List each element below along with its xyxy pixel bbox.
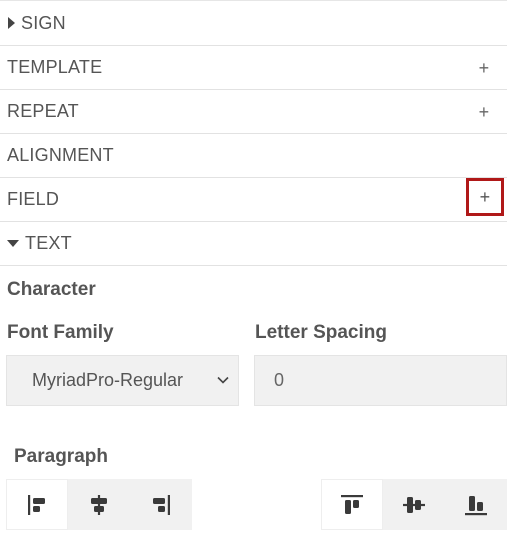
- section-template[interactable]: TEMPLATE +: [0, 46, 507, 90]
- align-right-button[interactable]: [130, 479, 192, 530]
- align-center-icon: [91, 494, 107, 515]
- section-alignment-label: ALIGNMENT: [7, 145, 114, 165]
- section-field-label: FIELD: [7, 189, 60, 209]
- letter-spacing-input[interactable]: 0: [254, 355, 507, 406]
- section-text-label: TEXT: [25, 233, 72, 253]
- letter-spacing-value: 0: [274, 370, 285, 390]
- paragraph-heading: Paragraph: [14, 446, 108, 467]
- section-alignment[interactable]: ALIGNMENT: [0, 134, 507, 178]
- section-field[interactable]: FIELD +: [0, 178, 507, 222]
- vertical-align-group: [321, 479, 507, 530]
- align-top-button[interactable]: [321, 479, 383, 530]
- align-bottom-icon: [465, 495, 487, 515]
- align-right-icon: [153, 494, 170, 515]
- align-middle-button[interactable]: [383, 479, 445, 530]
- character-heading: Character: [7, 279, 96, 300]
- font-family-label: Font Family: [7, 322, 114, 343]
- align-top-icon: [341, 494, 363, 514]
- section-template-label: TEMPLATE: [7, 57, 103, 77]
- section-sign[interactable]: SIGN: [0, 1, 507, 46]
- add-repeat-icon[interactable]: +: [477, 103, 491, 121]
- plus-icon: +: [479, 186, 491, 207]
- align-middle-icon: [403, 496, 425, 513]
- section-repeat-label: REPEAT: [7, 101, 79, 121]
- add-field-button[interactable]: +: [466, 178, 504, 216]
- align-left-icon: [28, 494, 45, 515]
- chevron-down-icon: [217, 376, 229, 384]
- align-left-button[interactable]: [6, 479, 68, 530]
- add-template-icon[interactable]: +: [477, 59, 491, 77]
- section-sign-label: SIGN: [21, 12, 66, 33]
- font-family-select[interactable]: MyriadPro-Regular: [6, 355, 239, 406]
- section-repeat[interactable]: REPEAT +: [0, 90, 507, 134]
- caret-right-icon: [8, 17, 15, 29]
- caret-down-icon: [7, 240, 19, 247]
- align-center-button[interactable]: [68, 479, 130, 530]
- section-text[interactable]: TEXT: [0, 222, 507, 266]
- font-family-value: MyriadPro-Regular: [32, 370, 184, 390]
- align-bottom-button[interactable]: [445, 479, 507, 530]
- horizontal-align-group: [6, 479, 192, 530]
- properties-panel: SIGN TEMPLATE + REPEAT + ALIGNMENT FIELD…: [0, 0, 507, 538]
- letter-spacing-label: Letter Spacing: [255, 322, 387, 343]
